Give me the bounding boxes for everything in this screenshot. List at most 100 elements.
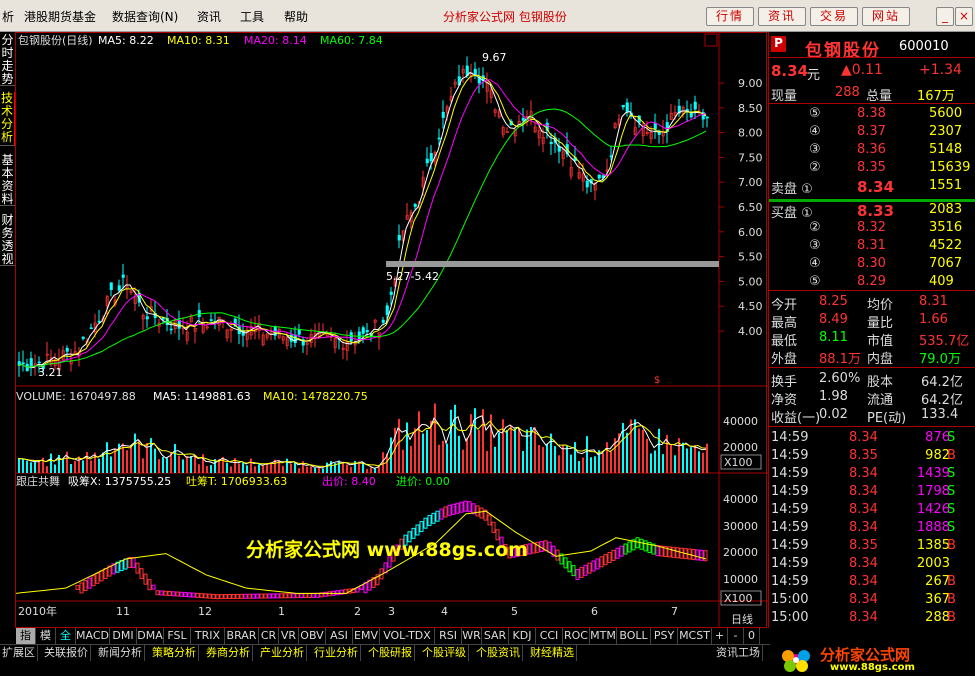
ma10-label: MA10: 8.31 (167, 34, 230, 47)
status-tab[interactable]: 个股评级 (420, 645, 469, 661)
trade-button[interactable]: 交易 (810, 7, 858, 26)
ind-axis-30000: 30000 (723, 520, 758, 533)
menu-item-news[interactable]: 资讯 (197, 8, 221, 25)
status-tab[interactable]: 券商分析 (204, 645, 253, 661)
indicator-bar (555, 549, 560, 561)
volume-bar (138, 440, 140, 473)
status-tab[interactable]: 个股资讯 (474, 645, 523, 661)
chart-area[interactable]: 包钢股份(日线) MA5: 8.22 MA10: 8.31 MA20: 8.14… (15, 32, 768, 629)
candle-body (365, 330, 369, 333)
tab-intraday[interactable]: 分时走势 (0, 34, 15, 86)
indicator-tab[interactable]: 0 (744, 628, 760, 644)
indicator-bar (159, 590, 164, 596)
volume-bar (298, 468, 300, 473)
indicator-tab[interactable]: BOLL (617, 628, 651, 644)
menu-item-hk-futures[interactable]: 港股期货基金 (24, 8, 96, 25)
indicator-tab[interactable]: VOL-TDX (380, 628, 435, 644)
indicator-bar (443, 506, 448, 518)
volume-bar (366, 468, 368, 473)
tick-time: 14:59 (771, 556, 809, 571)
indicator-tab[interactable]: EMV (353, 628, 380, 644)
status-tab[interactable]: 新闻分析 (96, 645, 145, 661)
indicator-tab[interactable]: OBV (299, 628, 326, 644)
indicator-tab[interactable]: RSI (435, 628, 462, 644)
indicator-tab[interactable]: MACD (76, 628, 110, 644)
tab-technical[interactable]: 技术分析 (0, 92, 15, 146)
indicator-tab[interactable]: FSL (164, 628, 191, 644)
indicator-bar (363, 582, 368, 594)
indicator-tab[interactable]: ROC (563, 628, 590, 644)
volume-bar (506, 430, 508, 473)
volume-bar (538, 445, 540, 473)
indicator-tab[interactable]: SAR (482, 628, 509, 644)
indicator-tab[interactable]: 指标 (16, 628, 36, 658)
buy-volume: 7067 (929, 256, 963, 271)
quote-button[interactable]: 行情 (706, 7, 754, 26)
indicator-tab[interactable]: MTM (590, 628, 617, 644)
status-tab[interactable]: 财经精选 (528, 645, 577, 661)
tick-time: 14:59 (771, 520, 809, 535)
indicator-bar (451, 503, 456, 515)
minimize-icon[interactable]: _ (936, 7, 954, 26)
menu-item-analysis[interactable]: 析 (2, 8, 14, 25)
indicator-tab[interactable]: + (712, 628, 728, 644)
zongliang-label: 总量 (866, 89, 893, 104)
sell-volume: 5600 (929, 106, 963, 121)
date-label: 2010年 (18, 604, 57, 618)
status-tab[interactable]: 扩展区 (0, 645, 38, 661)
candle-body (117, 285, 121, 291)
indicator-tab[interactable]: MCST (678, 628, 712, 644)
volume-bar (514, 428, 516, 473)
candle-body (549, 141, 553, 145)
indicator-bar (215, 594, 220, 600)
kline-chart[interactable]: 包钢股份(日线) MA5: 8.22 MA10: 8.31 MA20: 8.14… (15, 33, 768, 629)
status-tab[interactable]: 产业分析 (258, 645, 307, 661)
indicator-tab[interactable]: CCI (536, 628, 563, 644)
volume-bar (458, 435, 460, 473)
tick-price: 8.34 (849, 610, 878, 625)
volume-bar (282, 465, 284, 473)
menu-item-help[interactable]: 帮助 (284, 8, 308, 25)
indicator-tab[interactable]: DMA (137, 628, 164, 644)
indicator-tab[interactable]: WR (462, 628, 482, 644)
indicator-tab[interactable]: 模板 (36, 628, 56, 658)
indicator-bar (575, 569, 580, 580)
indicator-tab[interactable]: BRAR (225, 628, 259, 644)
volume-bar (662, 454, 664, 473)
volume-bar (550, 433, 552, 473)
tab-financials[interactable]: 财务透视 (0, 214, 15, 266)
stat-value: 8.31 (919, 294, 948, 309)
menu-item-data-query[interactable]: 数据查询(N) (112, 8, 178, 25)
tick-side: S (947, 520, 956, 535)
indicator-tab[interactable]: VR (279, 628, 299, 644)
status-tab[interactable]: 个股研报 (366, 645, 415, 661)
stat-label: 内盘 (867, 352, 894, 367)
candle-body (381, 319, 385, 323)
indicator-bar (695, 549, 700, 561)
volume-bar (50, 453, 52, 473)
status-tab[interactable]: 关联报价 (42, 645, 91, 661)
indicator-tab[interactable]: PSY (651, 628, 678, 644)
sell-price: 8.35 (857, 160, 886, 175)
candle-body (693, 101, 697, 110)
indicator-tab[interactable]: ASI (326, 628, 353, 644)
stat-value: 64.2亿 (921, 375, 963, 390)
indicator-tab[interactable]: CR (259, 628, 279, 644)
status-tab[interactable]: 资讯工场 (714, 645, 763, 661)
tick-row: 14:59 8.34 876 S (769, 430, 975, 448)
indicator-bar (279, 593, 284, 599)
period-label[interactable]: 日线 (731, 612, 753, 626)
indicator-tab[interactable]: 全部 (56, 628, 76, 658)
website-button[interactable]: 网站 (862, 7, 910, 26)
indicator-tab[interactable]: - (728, 628, 744, 644)
tab-fundamentals[interactable]: 基本资料 (0, 154, 15, 206)
panel-toggle-icon[interactable] (704, 33, 718, 47)
indicator-tab[interactable]: DMI (110, 628, 137, 644)
status-tab[interactable]: 策略分析 (150, 645, 199, 661)
status-tab[interactable]: 行业分析 (312, 645, 361, 661)
indicator-tab[interactable]: TRIX (191, 628, 225, 644)
indicator-tab[interactable]: KDJ (509, 628, 536, 644)
news-button[interactable]: 资讯 (758, 7, 806, 26)
close-icon[interactable]: × (955, 7, 973, 26)
menu-item-tools[interactable]: 工具 (240, 8, 264, 25)
